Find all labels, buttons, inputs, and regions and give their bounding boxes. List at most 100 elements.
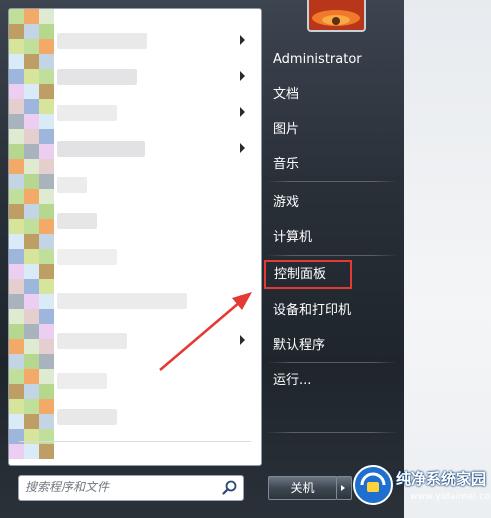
mosaic-cell bbox=[9, 309, 24, 324]
chevron-right-icon bbox=[240, 143, 245, 153]
mosaic-cell bbox=[24, 99, 39, 114]
mosaic-cell bbox=[39, 159, 54, 174]
mosaic-cell bbox=[9, 399, 24, 414]
menu-item-documents[interactable]: 文档 bbox=[266, 81, 398, 109]
mosaic-cell bbox=[9, 144, 24, 159]
mosaic-cell bbox=[24, 369, 39, 384]
user-avatar[interactable] bbox=[307, 0, 366, 32]
mosaic-cell bbox=[9, 219, 24, 234]
desktop-background bbox=[404, 0, 491, 518]
mosaic-cell bbox=[39, 369, 54, 384]
menu-divider bbox=[266, 255, 398, 256]
mosaic-cell bbox=[24, 399, 39, 414]
mosaic-cell bbox=[9, 249, 24, 264]
search-input[interactable] bbox=[25, 476, 215, 498]
mosaic-cell bbox=[39, 144, 54, 159]
mosaic-cell bbox=[24, 9, 39, 24]
menu-item-devices-printers[interactable]: 设备和打印机 bbox=[266, 297, 398, 325]
mosaic-cell bbox=[24, 24, 39, 39]
program-item[interactable] bbox=[55, 65, 255, 89]
menu-divider bbox=[266, 362, 398, 363]
mosaic-cell bbox=[24, 354, 39, 369]
mosaic-cell bbox=[39, 249, 54, 264]
mosaic-cell bbox=[39, 114, 54, 129]
mosaic-cell bbox=[39, 339, 54, 354]
chevron-right-icon bbox=[240, 35, 245, 45]
mosaic-cell bbox=[9, 234, 24, 249]
mosaic-cell bbox=[24, 309, 39, 324]
list-divider bbox=[19, 441, 251, 442]
mosaic-cell bbox=[9, 294, 24, 309]
mosaic-cell bbox=[39, 39, 54, 54]
mosaic-cell bbox=[9, 24, 24, 39]
program-item[interactable] bbox=[55, 245, 255, 269]
watermark-url: www.yidaimei.com bbox=[410, 492, 491, 502]
mosaic-cell bbox=[9, 159, 24, 174]
mosaic-cell bbox=[39, 84, 54, 99]
mosaic-cell bbox=[39, 219, 54, 234]
program-item[interactable] bbox=[55, 329, 255, 353]
mosaic-cell bbox=[24, 174, 39, 189]
mosaic-cell bbox=[24, 219, 39, 234]
menu-item-control-panel[interactable]: 控制面板 bbox=[264, 260, 352, 289]
mosaic-cell bbox=[24, 414, 39, 429]
mosaic-cell bbox=[24, 84, 39, 99]
mosaic-cell bbox=[9, 384, 24, 399]
program-item[interactable] bbox=[55, 137, 255, 161]
mosaic-cell bbox=[9, 369, 24, 384]
program-item[interactable] bbox=[55, 101, 255, 125]
shutdown-button[interactable]: 关机 bbox=[268, 476, 337, 500]
program-item[interactable] bbox=[55, 29, 255, 53]
program-item[interactable] bbox=[55, 173, 255, 197]
program-list-pane bbox=[8, 8, 262, 466]
mosaic-cell bbox=[39, 54, 54, 69]
chevron-right-icon bbox=[240, 295, 245, 305]
mosaic-cell bbox=[24, 189, 39, 204]
program-item[interactable] bbox=[55, 405, 255, 429]
mosaic-cell bbox=[39, 324, 54, 339]
mosaic-cell bbox=[24, 204, 39, 219]
program-item[interactable] bbox=[55, 209, 255, 233]
menu-item-run[interactable]: 运行... bbox=[266, 367, 398, 395]
watermark: 纯净系统家园 www.yidaimei.com bbox=[350, 458, 491, 518]
mosaic-cell bbox=[39, 399, 54, 414]
mosaic-cell bbox=[9, 129, 24, 144]
mosaic-cell bbox=[9, 324, 24, 339]
magnifier-icon[interactable] bbox=[221, 479, 239, 497]
mosaic-cell bbox=[9, 279, 24, 294]
mosaic-cell bbox=[9, 174, 24, 189]
mosaic-cell bbox=[39, 69, 54, 84]
mosaic-cell bbox=[9, 9, 24, 24]
mosaic-cell bbox=[9, 99, 24, 114]
menu-item-pictures[interactable]: 图片 bbox=[266, 116, 398, 144]
menu-item-default-programs[interactable]: 默认程序 bbox=[266, 332, 398, 360]
menu-item-music[interactable]: 音乐 bbox=[266, 151, 398, 179]
program-icons-mosaic bbox=[9, 9, 55, 465]
mosaic-cell bbox=[39, 279, 54, 294]
mosaic-cell bbox=[9, 204, 24, 219]
mosaic-cell bbox=[39, 234, 54, 249]
chevron-right-icon bbox=[240, 71, 245, 81]
mosaic-cell bbox=[39, 9, 54, 24]
mosaic-cell bbox=[39, 444, 54, 459]
mosaic-cell bbox=[39, 99, 54, 114]
mosaic-cell bbox=[39, 204, 54, 219]
mosaic-cell bbox=[9, 354, 24, 369]
mosaic-cell bbox=[24, 324, 39, 339]
mosaic-cell bbox=[39, 189, 54, 204]
menu-item-games[interactable]: 游戏 bbox=[266, 189, 398, 217]
program-item[interactable] bbox=[55, 289, 255, 313]
program-item[interactable] bbox=[55, 369, 255, 393]
mosaic-cell bbox=[9, 264, 24, 279]
mosaic-cell bbox=[39, 264, 54, 279]
mosaic-cell bbox=[24, 384, 39, 399]
mosaic-cell bbox=[39, 309, 54, 324]
search-box[interactable] bbox=[18, 475, 244, 501]
mosaic-cell bbox=[9, 114, 24, 129]
menu-divider bbox=[266, 432, 398, 433]
mosaic-cell bbox=[24, 264, 39, 279]
menu-item-computer[interactable]: 计算机 bbox=[266, 224, 398, 252]
mosaic-cell bbox=[39, 129, 54, 144]
user-name-link[interactable]: Administrator bbox=[266, 46, 398, 74]
menu-divider bbox=[266, 181, 398, 182]
